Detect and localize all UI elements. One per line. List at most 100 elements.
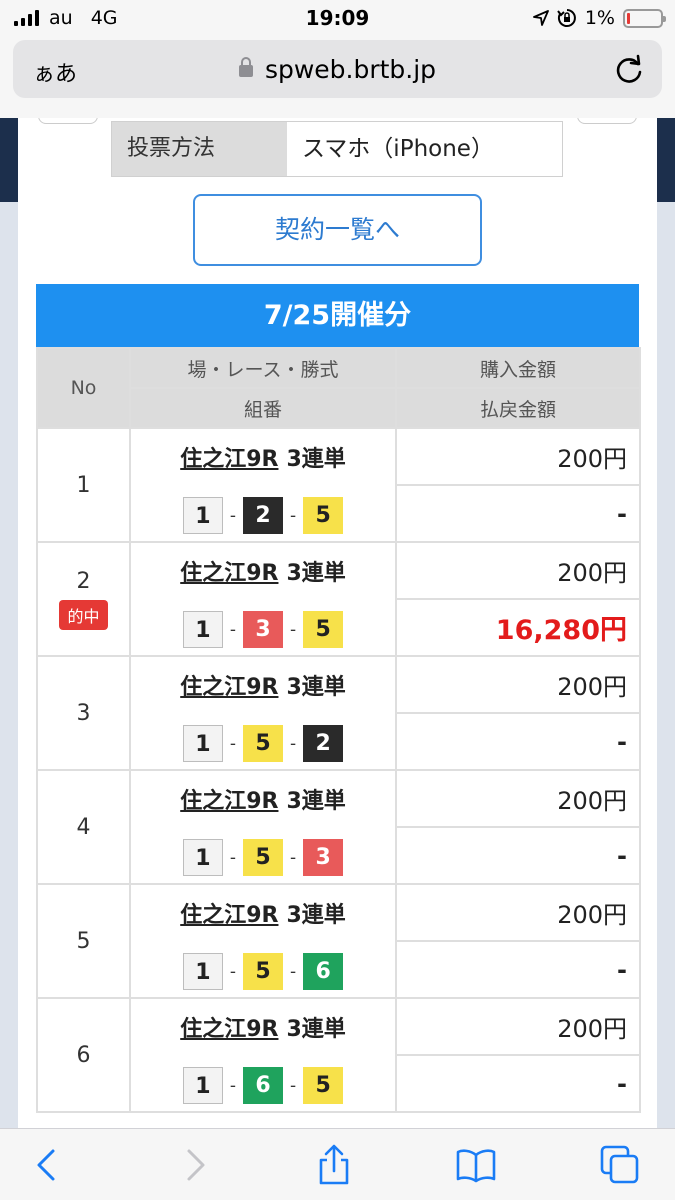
bet-type: 3連単 xyxy=(286,675,346,700)
share-icon[interactable] xyxy=(312,1143,356,1187)
race-cell: 住之江9R 3連単 1-5-3 xyxy=(129,769,397,885)
payout-amount: - xyxy=(395,484,641,543)
row-number-cell: 4 xyxy=(36,769,131,885)
url-display[interactable]: spweb.brtb.jp xyxy=(13,55,662,84)
url-text: spweb.brtb.jp xyxy=(264,55,437,84)
date-header: 7/25開催分 xyxy=(36,284,639,347)
row-number-cell: 5 xyxy=(36,883,131,999)
bet-type: 3連単 xyxy=(286,447,346,472)
hit-badge: 的中 xyxy=(59,599,108,630)
boat-number-box: 5 xyxy=(243,839,283,876)
race-cell: 住之江9R 3連単 1-6-5 xyxy=(129,997,397,1113)
combo-separator: - xyxy=(229,619,236,640)
boat-number-box: 5 xyxy=(243,725,283,762)
reload-icon[interactable] xyxy=(612,52,646,86)
boat-number-box: 1 xyxy=(182,497,223,534)
purchase-amount: 200円 xyxy=(395,655,641,714)
race-title: 住之江9R 3連単 xyxy=(131,897,395,929)
boat-number-box: 1 xyxy=(182,1067,223,1104)
payout-amount: - xyxy=(395,1054,641,1113)
browser-address-area: ぁあ spweb.brtb.jp xyxy=(0,36,675,118)
browser-toolbar xyxy=(0,1128,675,1200)
table-row: 2 的中 住之江9R 3連単 1-3-5 200円 xyxy=(36,541,641,657)
boat-number-box: 1 xyxy=(182,839,223,876)
bet-detail-modal: 投票方法 スマホ（iPhone） 契約一覧へ 7/25開催分 No 場・レース・… xyxy=(18,118,657,1128)
purchase-amount: 200円 xyxy=(395,883,641,942)
location-icon xyxy=(532,10,549,26)
back-icon[interactable] xyxy=(26,1143,70,1187)
address-bar[interactable]: ぁあ spweb.brtb.jp xyxy=(13,40,662,98)
column-header-payout: 払戻金額 xyxy=(395,387,641,429)
table-row: 1 住之江9R 3連単 1-2-5 200円 xyxy=(36,427,641,543)
combo-separator: - xyxy=(229,961,236,982)
combination: 1-3-5 xyxy=(131,611,395,648)
boat-number-box: 1 xyxy=(182,953,223,990)
forward-icon[interactable] xyxy=(172,1143,216,1187)
modal-tab-right xyxy=(577,118,637,124)
combo-separator: - xyxy=(229,505,236,526)
purchase-amount: 200円 xyxy=(395,769,641,828)
table-row: 4 住之江9R 3連単 1-5-3 200円 xyxy=(36,769,641,885)
vote-method-value: スマホ（iPhone） xyxy=(302,136,494,162)
row-number: 3 xyxy=(76,700,91,726)
combination: 1-6-5 xyxy=(131,1067,395,1104)
combo-separator: - xyxy=(229,733,236,754)
column-header-no: No xyxy=(36,347,131,429)
payout-amount: - xyxy=(395,712,641,771)
race-title: 住之江9R 3連単 xyxy=(131,441,395,473)
row-number: 4 xyxy=(76,814,91,840)
column-header-purchase: 購入金額 xyxy=(395,347,641,389)
combination: 1-5-2 xyxy=(131,725,395,762)
venue-link[interactable]: 住之江9R xyxy=(180,903,278,928)
venue-link[interactable]: 住之江9R xyxy=(180,1017,278,1042)
bookmarks-icon[interactable] xyxy=(454,1143,498,1187)
boat-number-box: 5 xyxy=(303,611,344,648)
bet-type: 3連単 xyxy=(286,903,346,928)
row-number: 2 xyxy=(76,568,91,594)
race-title: 住之江9R 3連単 xyxy=(131,669,395,701)
contract-list-button[interactable]: 契約一覧へ xyxy=(193,194,482,266)
combo-separator: - xyxy=(290,619,297,640)
combo-separator: - xyxy=(290,961,297,982)
combination: 1-5-6 xyxy=(131,953,395,990)
column-header-race: 場・レース・勝式 xyxy=(129,347,397,389)
row-number-cell: 6 xyxy=(36,997,131,1113)
boat-number-box: 2 xyxy=(243,497,283,534)
bets-table: No 場・レース・勝式 購入金額 組番 払戻金額 1 住之江9R 3連単 1-2-5 2… xyxy=(36,347,641,1113)
venue-link[interactable]: 住之江9R xyxy=(180,561,278,586)
lock-icon xyxy=(238,57,253,77)
bet-type: 3連単 xyxy=(286,561,346,586)
purchase-amount: 200円 xyxy=(395,541,641,600)
vote-method-row: 投票方法 スマホ（iPhone） xyxy=(111,121,563,177)
combo-separator: - xyxy=(229,847,236,868)
boat-number-box: 5 xyxy=(243,953,283,990)
payout-amount: - xyxy=(395,940,641,999)
payout-amount: 16,280円 xyxy=(395,598,641,657)
purchase-amount: 200円 xyxy=(395,997,641,1056)
race-title: 住之江9R 3連単 xyxy=(131,783,395,815)
boat-number-box: 1 xyxy=(182,611,223,648)
status-right: 1% xyxy=(532,7,666,29)
orientation-lock-icon xyxy=(557,9,576,27)
combo-separator: - xyxy=(290,1075,297,1096)
combo-separator: - xyxy=(290,505,297,526)
boat-number-box: 3 xyxy=(243,611,283,648)
race-title: 住之江9R 3連単 xyxy=(131,1011,395,1043)
venue-link[interactable]: 住之江9R xyxy=(180,447,278,472)
row-number: 5 xyxy=(76,928,91,954)
boat-number-box: 2 xyxy=(303,725,344,762)
combo-separator: - xyxy=(290,733,297,754)
bet-type: 3連単 xyxy=(286,1017,346,1042)
battery-percent: 1% xyxy=(584,7,615,29)
venue-link[interactable]: 住之江9R xyxy=(180,789,278,814)
battery-icon xyxy=(623,8,666,28)
tabs-icon[interactable] xyxy=(598,1143,642,1187)
payout-amount: - xyxy=(395,826,641,885)
combination: 1-2-5 xyxy=(131,497,395,534)
boat-number-box: 6 xyxy=(303,953,344,990)
race-cell: 住之江9R 3連単 1-5-2 xyxy=(129,655,397,771)
race-cell: 住之江9R 3連単 1-2-5 xyxy=(129,427,397,543)
boat-number-box: 6 xyxy=(243,1067,283,1104)
row-number-cell: 1 xyxy=(36,427,131,543)
venue-link[interactable]: 住之江9R xyxy=(180,675,278,700)
